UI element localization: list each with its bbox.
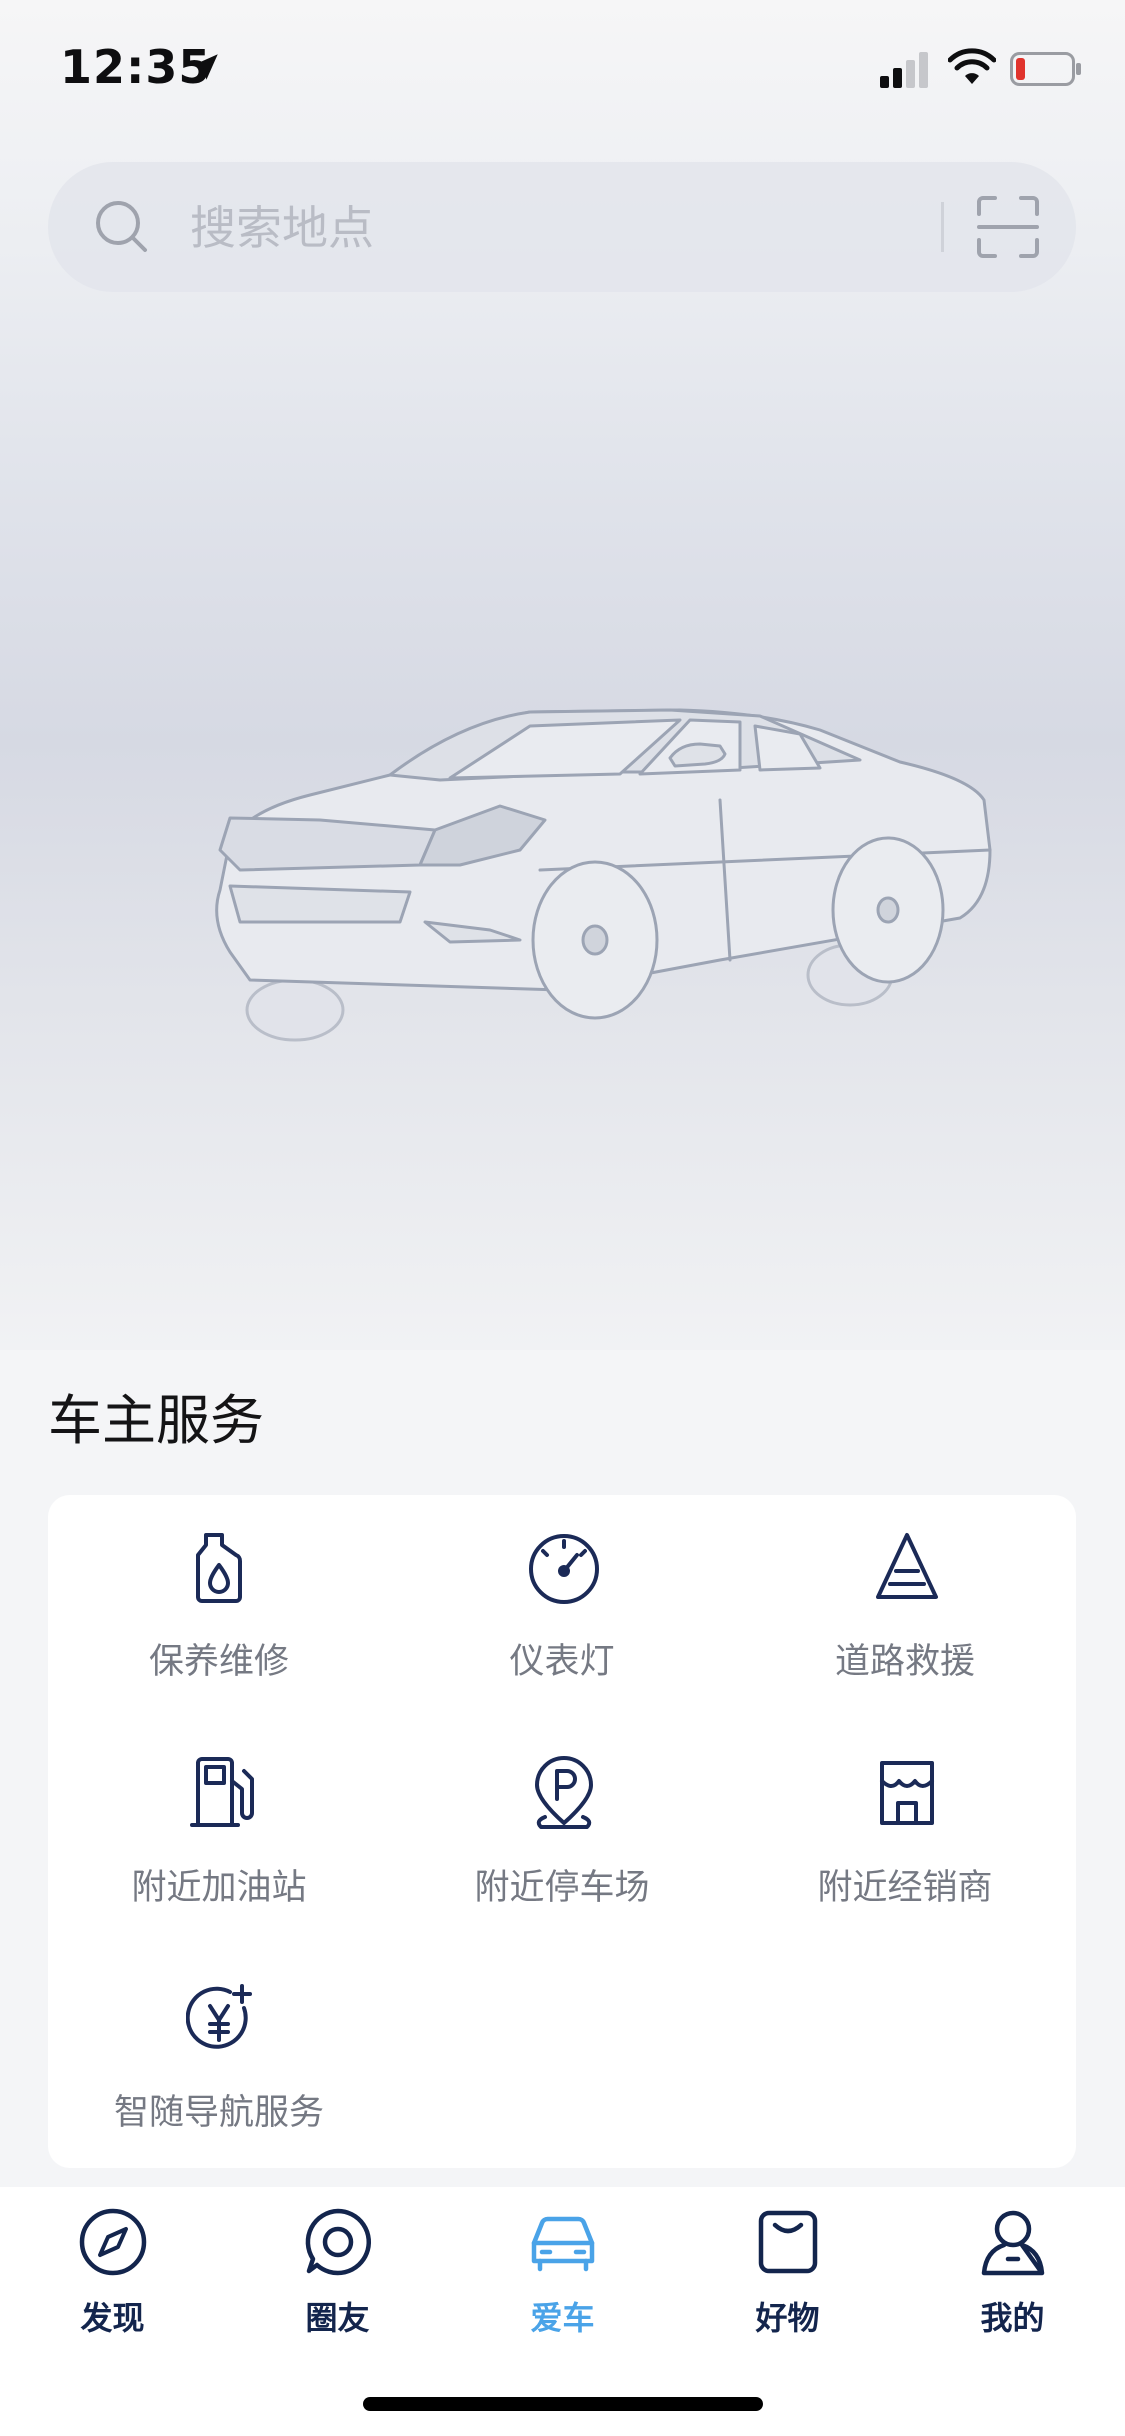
chat-bubble-icon [305, 2208, 371, 2276]
service-label: 附近停车场 [474, 1868, 650, 1908]
service-nearby-dealer[interactable]: 附近经销商 [734, 1721, 1076, 1921]
service-label: 仪表灯 [509, 1642, 615, 1682]
search-divider [941, 202, 944, 252]
compass-icon [79, 2208, 147, 2276]
tab-friends[interactable]: 圈友 [225, 2207, 450, 2347]
service-label: 保养维修 [148, 1642, 289, 1682]
fuel-pump-icon [190, 1757, 254, 1827]
tab-label: 我的 [980, 2299, 1045, 2337]
warning-triangle-icon [876, 1533, 938, 1599]
tab-label: 发现 [80, 2299, 145, 2337]
search-input[interactable] [188, 190, 952, 266]
scan-icon[interactable] [973, 192, 1043, 262]
services-card: 保养维修 仪表灯 道路救援 附近加油站 附近停车场 附近经销商 智随导航服务 [48, 1495, 1076, 2168]
yen-plus-icon [186, 1984, 252, 2049]
battery-low-icon [1010, 52, 1081, 86]
service-dashboard-lights[interactable]: 仪表灯 [391, 1495, 733, 1695]
profile-icon [981, 2210, 1045, 2276]
parking-pin-icon [535, 1756, 593, 1829]
home-indicator [363, 2397, 763, 2411]
location-arrow-icon [192, 54, 218, 80]
tab-my-car[interactable]: 爱车 [450, 2207, 675, 2347]
tab-goods[interactable]: 好物 [675, 2207, 900, 2347]
service-smart-navigation[interactable]: 智随导航服务 [48, 1946, 390, 2146]
gauge-icon [529, 1534, 599, 1604]
service-label: 道路救援 [834, 1642, 975, 1682]
service-road-rescue[interactable]: 道路救援 [734, 1495, 1076, 1695]
tab-profile[interactable]: 我的 [900, 2207, 1125, 2347]
car-illustration [215, 708, 992, 1042]
service-label: 附近加油站 [131, 1868, 307, 1908]
search-icon [96, 201, 147, 252]
service-label: 附近经销商 [817, 1868, 993, 1908]
store-icon [880, 1761, 934, 1825]
cellular-signal-icon [880, 52, 928, 88]
service-maintenance[interactable]: 保养维修 [48, 1495, 390, 1695]
bag-icon [758, 2210, 818, 2274]
service-nearby-gas-station[interactable]: 附近加油站 [48, 1721, 390, 1921]
status-bar: 12:35 [0, 0, 1125, 135]
services-section-title: 车主服务 [48, 1389, 264, 1452]
tab-label: 圈友 [305, 2299, 370, 2337]
tab-discover[interactable]: 发现 [0, 2207, 225, 2347]
service-nearby-parking[interactable]: 附近停车场 [391, 1721, 733, 1921]
oil-bottle-icon [196, 1533, 242, 1603]
search-bar[interactable] [48, 162, 1076, 292]
tab-label: 爱车 [530, 2299, 595, 2337]
car-icon [531, 2216, 595, 2272]
service-label: 智随导航服务 [113, 2093, 324, 2133]
tab-label: 好物 [755, 2299, 820, 2337]
wifi-icon [948, 48, 996, 84]
